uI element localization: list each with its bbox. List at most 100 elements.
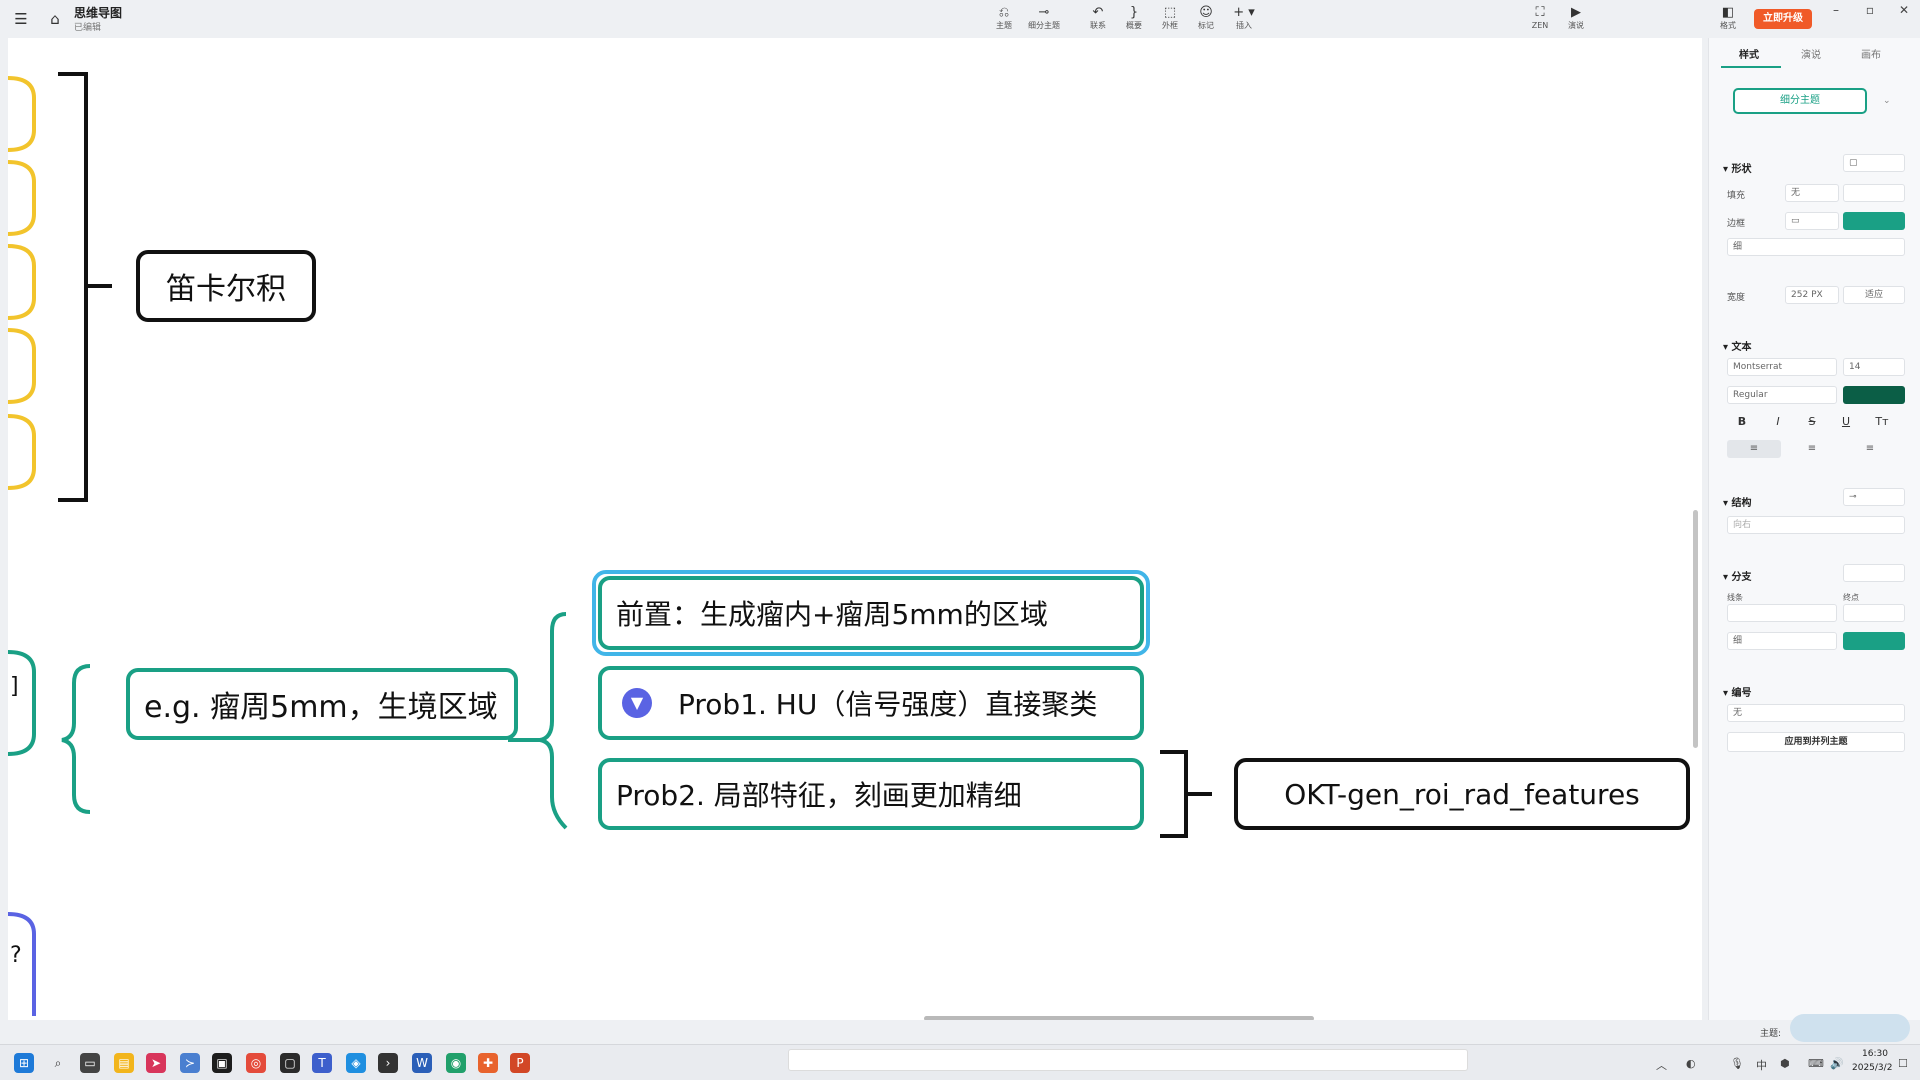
branch-line-label: 线条 bbox=[1727, 593, 1743, 602]
section-numbering-title[interactable]: ▾ 编号 bbox=[1723, 684, 1752, 699]
clock-time[interactable]: 16:30 bbox=[1862, 1049, 1888, 1059]
topic-style-selector[interactable]: 细分主题 bbox=[1733, 88, 1867, 114]
tray-lang-icon[interactable]: 中 bbox=[1756, 1057, 1767, 1073]
align-center-button[interactable]: ≡ bbox=[1785, 440, 1839, 458]
width-input[interactable]: 252 PX bbox=[1785, 286, 1839, 304]
network-icon[interactable]: ⌨ bbox=[1808, 1057, 1824, 1070]
toolbar-subtopic-button[interactable]: ⊸ 细分主题 bbox=[1022, 5, 1066, 35]
align-left-button[interactable]: ≡ bbox=[1727, 440, 1781, 458]
horizontal-scrollbar[interactable] bbox=[924, 1016, 1314, 1020]
border-weight-select[interactable]: 细 bbox=[1727, 238, 1905, 256]
text-case-button[interactable]: Tт bbox=[1867, 413, 1897, 431]
structure-direction-select[interactable]: 向右 bbox=[1727, 516, 1905, 534]
fit-button[interactable]: 适应 bbox=[1843, 286, 1905, 304]
topic-label: 前置：生成瘤内+瘤周5mm的区域 bbox=[616, 598, 1048, 631]
tray-security-icon[interactable]: ⬢ bbox=[1780, 1057, 1790, 1070]
font-family-select[interactable]: Montserrat bbox=[1727, 358, 1837, 376]
align-right-button[interactable]: ≡ bbox=[1843, 440, 1897, 458]
structure-right-icon: ⊸ bbox=[1849, 492, 1857, 502]
strikethrough-button[interactable]: S bbox=[1797, 413, 1827, 431]
clock-date[interactable]: 2025/3/2 bbox=[1852, 1063, 1892, 1073]
topic-example[interactable]: e.g. 瘤周5mm，生境区域 bbox=[126, 668, 518, 740]
topic-prerequisite[interactable]: 前置：生成瘤内+瘤周5mm的区域 bbox=[598, 576, 1144, 650]
section-structure-title[interactable]: ▾ 结构 bbox=[1723, 494, 1752, 509]
app-terminal-icon[interactable]: ▢ bbox=[280, 1053, 300, 1073]
save-status: 已编辑 bbox=[74, 23, 102, 33]
menu-icon[interactable]: ☰ bbox=[12, 10, 30, 28]
search-icon[interactable]: ⌕ bbox=[48, 1053, 68, 1073]
mindmap-canvas[interactable]: ] ? 笛卡尔积 e.g. 瘤周5mm，生境区域 前置：生成瘤内+瘤周5mm的区… bbox=[8, 38, 1702, 1020]
notification-icon[interactable]: ☐ bbox=[1898, 1057, 1908, 1070]
apply-to-siblings-button[interactable]: 应用到并列主题 bbox=[1727, 732, 1905, 752]
tab-style[interactable]: 样式 bbox=[1739, 46, 1759, 61]
numbering-select[interactable]: 无 bbox=[1727, 704, 1905, 722]
input-method-widget[interactable] bbox=[1790, 1014, 1910, 1042]
branch-style-select[interactable] bbox=[1843, 564, 1905, 582]
app-remote-icon[interactable]: ◈ bbox=[346, 1053, 366, 1073]
italic-button[interactable]: I bbox=[1763, 413, 1793, 431]
topic-okt-features[interactable]: OKT-gen_roi_rad_features bbox=[1234, 758, 1690, 830]
branch-line-select[interactable] bbox=[1727, 604, 1837, 622]
caret-down-icon: ▾ bbox=[1723, 498, 1732, 509]
windows-start-icon[interactable]: ⊞ bbox=[14, 1053, 34, 1073]
shape-selector[interactable]: ▢ bbox=[1843, 154, 1905, 172]
vertical-scrollbar[interactable] bbox=[1693, 510, 1698, 748]
format-panel-toggle[interactable]: ◧ 格式 bbox=[1706, 5, 1750, 35]
branch-end-select[interactable] bbox=[1843, 604, 1905, 622]
branch-weight-select[interactable]: 细 bbox=[1727, 632, 1837, 650]
document-title[interactable]: 思维导图 bbox=[74, 4, 122, 21]
home-icon[interactable]: ⌂ bbox=[46, 10, 64, 28]
section-branch-title[interactable]: ▾ 分支 bbox=[1723, 568, 1752, 583]
maximize-icon[interactable]: ▫ bbox=[1862, 3, 1878, 17]
app-pycharm-icon[interactable]: ▣ bbox=[212, 1053, 232, 1073]
text-color-swatch[interactable] bbox=[1843, 386, 1905, 404]
insert-icon: + ▾ bbox=[1233, 5, 1255, 20]
font-size-select[interactable]: 14 bbox=[1843, 358, 1905, 376]
connector-lines: ] ? bbox=[8, 72, 1212, 1016]
yellow-topic-edge bbox=[8, 414, 36, 490]
subtopic-icon: ⊸ bbox=[1038, 5, 1050, 20]
app-vscode-icon[interactable]: ≻ bbox=[180, 1053, 200, 1073]
curly-brace bbox=[61, 664, 91, 814]
topic-cartesian-product[interactable]: 笛卡尔积 bbox=[136, 250, 316, 322]
tab-canvas[interactable]: 画布 bbox=[1861, 46, 1881, 61]
chrome-icon[interactable]: ◎ bbox=[246, 1053, 266, 1073]
topic-prob1[interactable]: ▼ Prob1. HU（信号强度）直接聚类 bbox=[598, 666, 1144, 740]
file-explorer-icon[interactable]: ▤ bbox=[114, 1053, 134, 1073]
tray-chevron-icon[interactable]: ︿ bbox=[1656, 1057, 1667, 1073]
underline-button[interactable]: U bbox=[1831, 413, 1861, 431]
toolbar-pitch-button[interactable]: ▶ 演说 bbox=[1554, 5, 1598, 35]
chevron-down-icon[interactable]: ⌄ bbox=[1883, 96, 1891, 106]
font-weight-select[interactable]: Regular bbox=[1727, 386, 1837, 404]
word-icon[interactable]: W bbox=[412, 1053, 432, 1073]
powerpoint-icon[interactable]: P bbox=[510, 1053, 530, 1073]
tab-pitch[interactable]: 演说 bbox=[1801, 46, 1821, 61]
mindmap-app-icon[interactable]: ✚ bbox=[478, 1053, 498, 1073]
fill-color[interactable] bbox=[1843, 184, 1905, 202]
close-icon[interactable]: ✕ bbox=[1896, 3, 1912, 17]
border-style-select[interactable]: ▭ bbox=[1785, 212, 1839, 230]
app-arrow-icon[interactable]: ➤ bbox=[146, 1053, 166, 1073]
fill-select[interactable]: 无 bbox=[1785, 184, 1839, 202]
upgrade-button[interactable]: 立即升级 bbox=[1754, 9, 1812, 29]
toolbar-topic-button[interactable]: ⎌ 主题 bbox=[982, 5, 1026, 35]
taskbar: ⊞ ⌕ ▭ ▤ ➤ ≻ ▣ ◎ ▢ T ◈ › W ◉ ✚ P ︿ ◐ 🎙 中 … bbox=[0, 1044, 1920, 1080]
microphone-icon[interactable]: 🎙 bbox=[1730, 1057, 1744, 1070]
cmd-icon[interactable]: › bbox=[378, 1053, 398, 1073]
bold-button[interactable]: B bbox=[1727, 413, 1757, 431]
topic-prob2[interactable]: Prob2. 局部特征，刻画更加精细 bbox=[598, 758, 1144, 830]
toolbar-insert-button[interactable]: + ▾ 插入 bbox=[1222, 5, 1266, 35]
wechat-icon[interactable]: ◉ bbox=[446, 1053, 466, 1073]
minimize-icon[interactable]: – bbox=[1828, 3, 1844, 17]
section-text-title[interactable]: ▾ 文本 bbox=[1723, 338, 1752, 353]
branch-color-swatch[interactable] bbox=[1843, 632, 1905, 650]
tray-app-icon[interactable]: ◐ bbox=[1686, 1057, 1696, 1070]
app-teams-icon[interactable]: T bbox=[312, 1053, 332, 1073]
section-shape-title[interactable]: ▾ 形状 bbox=[1723, 160, 1752, 175]
yellow-topic-edge bbox=[8, 328, 36, 404]
taskbar-search-input[interactable] bbox=[788, 1049, 1468, 1071]
structure-icon-select[interactable]: ⊸ bbox=[1843, 488, 1905, 506]
border-color-swatch[interactable] bbox=[1843, 212, 1905, 230]
volume-icon[interactable]: 🔊 bbox=[1830, 1057, 1844, 1070]
task-view-icon[interactable]: ▭ bbox=[80, 1053, 100, 1073]
